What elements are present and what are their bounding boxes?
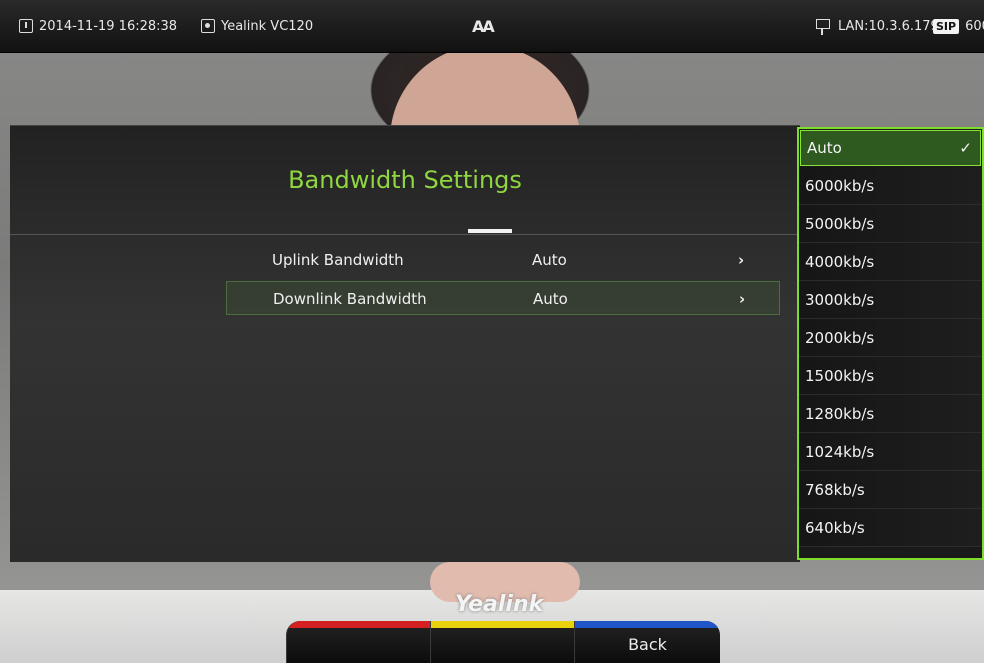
datetime-text: 2014-11-19 16:28:38 bbox=[39, 18, 178, 34]
option-6000[interactable]: 6000kb/s bbox=[799, 167, 982, 205]
option-4000[interactable]: 4000kb/s bbox=[799, 243, 982, 281]
status-sip: SIP 6002 bbox=[933, 0, 984, 52]
sip-badge: SIP bbox=[933, 18, 960, 34]
network-icon bbox=[816, 19, 830, 35]
downlink-bandwidth-label: Downlink Bandwidth bbox=[273, 290, 427, 308]
option-label: 1500kb/s bbox=[805, 367, 875, 385]
page-indicator bbox=[468, 229, 512, 233]
status-lan: LAN:10.3.6.179 bbox=[816, 0, 939, 52]
option-1500[interactable]: 1500kb/s bbox=[799, 357, 982, 395]
option-640[interactable]: 640kb/s bbox=[799, 509, 982, 547]
clock-icon bbox=[19, 19, 33, 33]
downlink-bandwidth-row[interactable]: Downlink Bandwidth Auto › bbox=[226, 281, 780, 315]
option-label: 2000kb/s bbox=[805, 329, 875, 347]
back-button[interactable]: Back bbox=[574, 621, 720, 663]
checkmark-icon: ✓ bbox=[959, 139, 972, 157]
uplink-bandwidth-label: Uplink Bandwidth bbox=[272, 251, 404, 269]
option-768[interactable]: 768kb/s bbox=[799, 471, 982, 509]
yellow-key-bar bbox=[431, 621, 575, 628]
soft-keys: Back bbox=[286, 621, 720, 663]
option-1280[interactable]: 1280kb/s bbox=[799, 395, 982, 433]
bandwidth-settings-panel: Bandwidth Settings Uplink Bandwidth Auto… bbox=[10, 125, 800, 562]
red-key-bar bbox=[287, 621, 430, 628]
option-label: 3000kb/s bbox=[805, 291, 875, 309]
status-aa: AA bbox=[472, 0, 495, 52]
status-device: Yealink VC120 bbox=[201, 0, 313, 52]
yellow-soft-key[interactable] bbox=[430, 621, 575, 663]
option-label: 1024kb/s bbox=[805, 443, 875, 461]
status-bar: 2014-11-19 16:28:38 Yealink VC120 AA LAN… bbox=[0, 0, 984, 53]
device-name-text: Yealink VC120 bbox=[221, 18, 314, 34]
option-3000[interactable]: 3000kb/s bbox=[799, 281, 982, 319]
red-soft-key[interactable] bbox=[286, 621, 430, 663]
option-label: 1280kb/s bbox=[805, 405, 875, 423]
downlink-bandwidth-value: Auto bbox=[533, 290, 568, 308]
chevron-right-icon: › bbox=[738, 251, 745, 269]
option-5000[interactable]: 5000kb/s bbox=[799, 205, 982, 243]
option-label: 640kb/s bbox=[805, 519, 865, 537]
sip-account-text: 6002 bbox=[965, 18, 984, 34]
option-label: 6000kb/s bbox=[805, 177, 875, 195]
font-size-icon: AA bbox=[472, 16, 495, 36]
back-label: Back bbox=[628, 635, 667, 654]
option-label: 4000kb/s bbox=[805, 253, 875, 271]
option-auto[interactable]: Auto ✓ bbox=[800, 130, 981, 166]
uplink-bandwidth-value: Auto bbox=[532, 251, 567, 269]
brand-watermark: Yealink bbox=[455, 592, 544, 617]
option-label: 768kb/s bbox=[805, 481, 865, 499]
option-1024[interactable]: 1024kb/s bbox=[799, 433, 982, 471]
chevron-right-icon: › bbox=[739, 290, 746, 308]
uplink-bandwidth-row[interactable]: Uplink Bandwidth Auto › bbox=[226, 243, 780, 277]
status-datetime: 2014-11-19 16:28:38 bbox=[19, 0, 177, 52]
blue-key-bar bbox=[575, 621, 720, 628]
monitor-icon bbox=[201, 19, 215, 33]
title-divider bbox=[10, 234, 800, 235]
option-2000[interactable]: 2000kb/s bbox=[799, 319, 982, 357]
option-label: 5000kb/s bbox=[805, 215, 875, 233]
lan-text: LAN:10.3.6.179 bbox=[838, 18, 939, 34]
page-title: Bandwidth Settings bbox=[288, 166, 522, 194]
bandwidth-options-list[interactable]: Auto ✓ 6000kb/s 5000kb/s 4000kb/s 3000kb… bbox=[797, 127, 984, 560]
option-label: Auto bbox=[807, 139, 842, 157]
